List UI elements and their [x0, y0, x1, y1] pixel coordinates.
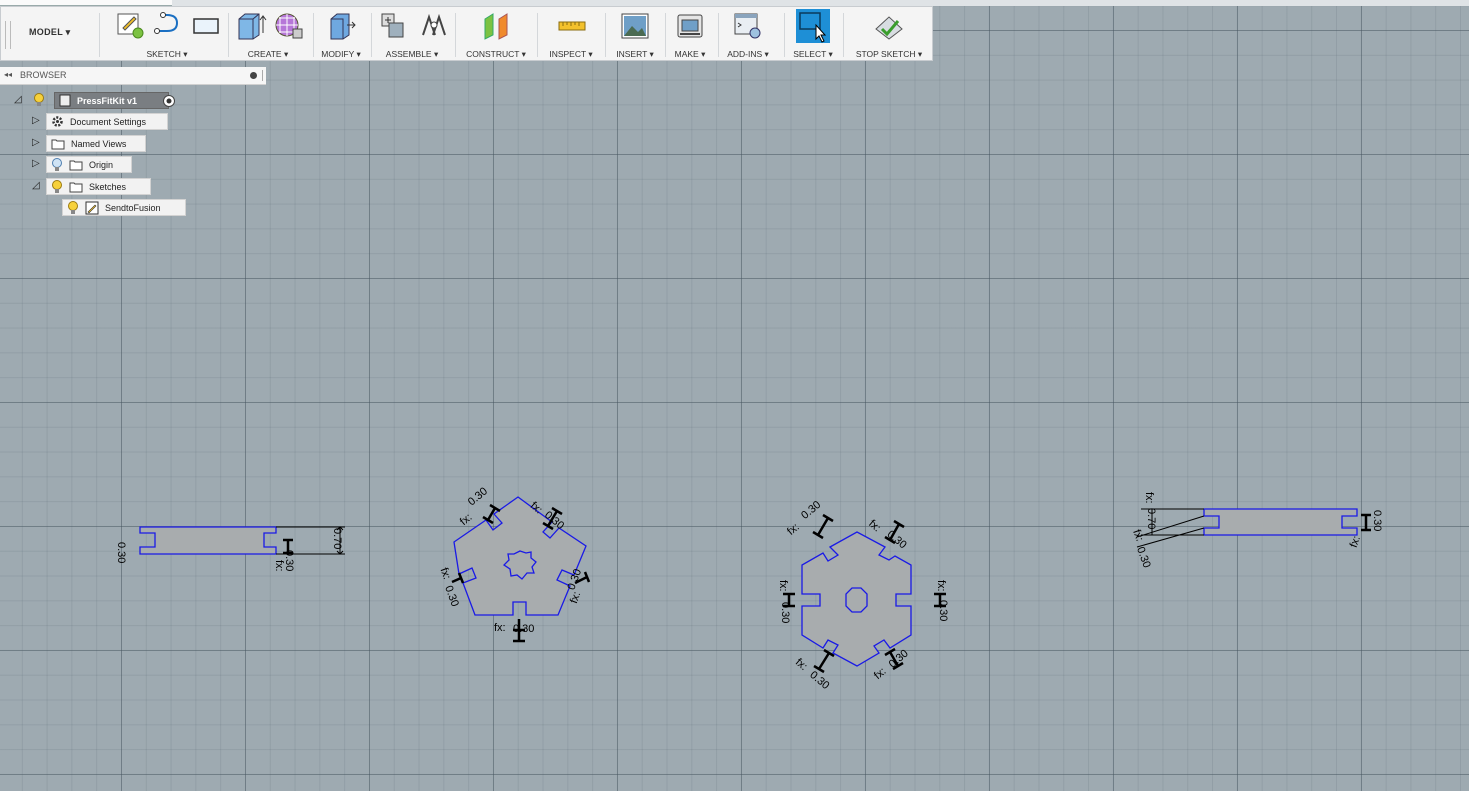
- dim-label: 0.30: [799, 499, 823, 522]
- dim-fx: fx:: [1348, 534, 1363, 549]
- dim-label: 0.70: [1145, 508, 1157, 529]
- sketch-canvas[interactable]: 0.30 0.30 fx: 0.70 fx: 0.30 fx: 0.30 fx:…: [0, 0, 1469, 791]
- dim-fx: fx:: [785, 521, 802, 538]
- dim-fx: fx:: [438, 566, 453, 581]
- dim-fx: fx:: [494, 622, 506, 634]
- dim-label: 0.30: [807, 669, 831, 692]
- dim-fx: fx:: [1130, 528, 1145, 543]
- dim-fx: fx:: [866, 518, 883, 535]
- dim-label: 0.30: [885, 528, 909, 551]
- dim-label: 0.30: [115, 542, 127, 563]
- dim-fx: fx:: [458, 511, 475, 528]
- dim-label: 0.30: [1134, 545, 1153, 569]
- dim-fx: fx:: [273, 560, 285, 572]
- dim-fx: fx:: [872, 665, 889, 682]
- dimension-text: 0.30 0.30 fx: 0.70 fx: 0.30 fx: 0.30 fx:…: [115, 485, 1383, 692]
- dim-label: 0.30: [466, 485, 490, 508]
- sketch-bar-right[interactable]: [1203, 508, 1358, 536]
- dim-label: 0.30: [513, 623, 534, 635]
- dim-label: 0.30: [1371, 510, 1383, 531]
- dim-label: 0.30: [442, 584, 461, 608]
- sketch-bar-left[interactable]: [139, 526, 277, 555]
- dim-fx: fx:: [1143, 492, 1155, 504]
- dim-label: 0.70: [331, 528, 343, 549]
- sketch-hexagon-hole[interactable]: [845, 587, 868, 613]
- dim-fx: fx:: [777, 580, 789, 592]
- dim-fx: fx:: [935, 580, 947, 592]
- dim-label: 0.30: [937, 600, 949, 621]
- dim-fx: fx:: [568, 590, 583, 605]
- dim-label: 0.30: [779, 602, 791, 623]
- dim-fx: fx:: [793, 656, 810, 673]
